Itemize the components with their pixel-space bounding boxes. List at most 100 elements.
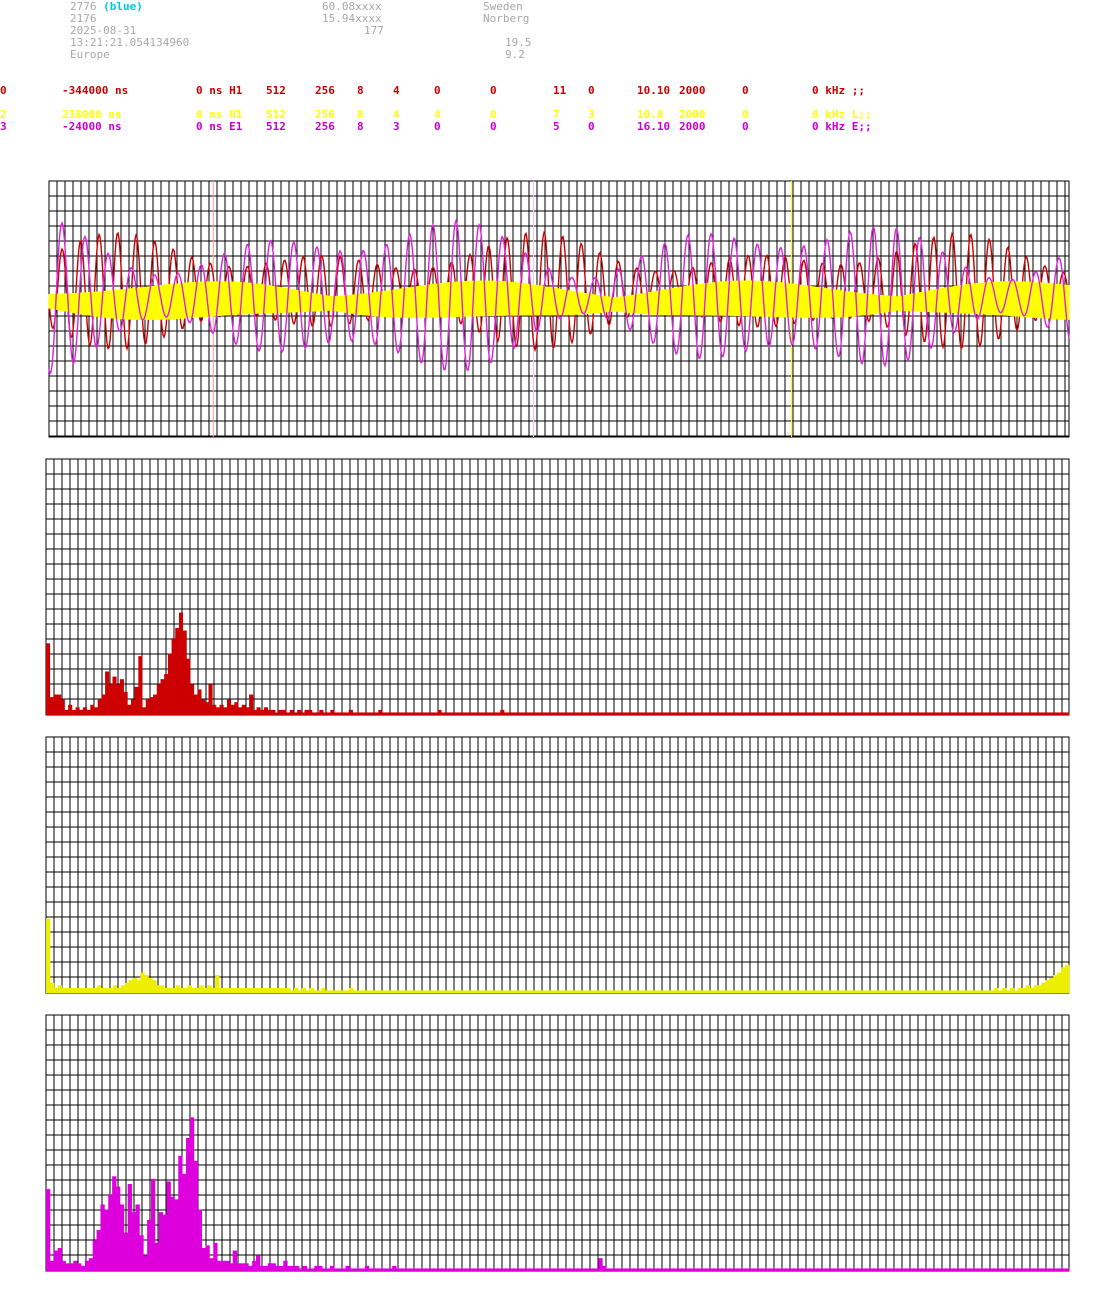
bar-2-51: [246, 987, 251, 993]
bar-2-43: [215, 975, 220, 993]
bar-2-152: [644, 990, 649, 993]
bar-2-196: [817, 990, 822, 993]
bar-1-62: [274, 712, 280, 715]
bar-3-256: [1041, 1268, 1047, 1271]
bar-3-118: [504, 1268, 510, 1271]
bar-2-157: [663, 990, 669, 993]
bar-1-51: [234, 702, 239, 715]
bar-1-125: [507, 712, 512, 715]
bar-3-174: [722, 1268, 728, 1271]
bar-3-119: [508, 1268, 514, 1271]
bar-1-74: [319, 709, 324, 715]
bar-1-126: [511, 712, 516, 715]
bar-1-240: [932, 712, 937, 715]
bar-1-44: [208, 684, 213, 715]
bar-1-257: [995, 712, 1000, 715]
bar-2-12: [93, 987, 98, 993]
bar-2-116: [502, 990, 507, 993]
bar-2-146: [620, 990, 625, 993]
bar-3-110: [473, 1268, 479, 1271]
bar-3-93: [407, 1268, 413, 1271]
bar-1-136: [548, 712, 553, 715]
bar-3-136: [575, 1268, 580, 1271]
bar-1-45: [212, 704, 217, 715]
bar-2-182: [762, 990, 767, 993]
bar-3-181: [750, 1268, 755, 1271]
bar-3-42: [209, 1258, 214, 1271]
bar-1-270: [1043, 712, 1048, 715]
bar-1-150: [599, 712, 605, 715]
bar-2-77: [348, 987, 354, 993]
bar-2-198: [825, 990, 830, 993]
bar-3-229: [936, 1268, 942, 1271]
bar-1-244: [947, 712, 952, 715]
bar-3-216: [886, 1268, 891, 1271]
bar-2-15: [105, 987, 110, 993]
bar-2-24: [140, 972, 145, 993]
bar-1-200: [784, 712, 789, 715]
bar-2-195: [813, 990, 818, 993]
bar-1-135: [544, 712, 549, 715]
bar-1-178: [703, 712, 708, 715]
bar-3-254: [1033, 1268, 1039, 1271]
bar-2-50: [242, 987, 248, 993]
bar-1-133: [537, 712, 542, 715]
bar-1-189: [744, 712, 749, 715]
bar-2-234: [966, 990, 972, 993]
bar-3-208: [855, 1268, 860, 1271]
bar-2-20: [124, 982, 130, 993]
bar-2-204: [848, 990, 853, 993]
bar-1-203: [795, 712, 800, 715]
bar-1-170: [673, 712, 678, 715]
bar-3-26: [147, 1219, 152, 1271]
bar-1-232: [902, 712, 907, 715]
bar-2-57: [270, 987, 275, 993]
bar-2-29: [160, 985, 165, 993]
bar-1-159: [633, 712, 638, 715]
bar-1-116: [474, 712, 479, 715]
bar-3-27: [151, 1178, 156, 1271]
bar-2-4: [61, 987, 67, 993]
bar-2-67: [309, 987, 314, 993]
bar-2-203: [844, 990, 850, 993]
bar-1-118: [481, 712, 486, 715]
bar-1-242: [939, 712, 944, 715]
bar-3-29: [158, 1212, 164, 1271]
bar-2-28: [156, 985, 161, 993]
bar-1-250: [969, 712, 974, 715]
bar-1-65: [286, 712, 291, 715]
bar-2-6: [69, 987, 74, 993]
bar-1-163: [647, 712, 653, 715]
bar-1-102: [422, 712, 427, 715]
bar-1-235: [913, 712, 918, 715]
bar-2-61: [286, 987, 291, 993]
bar-1-134: [540, 712, 545, 715]
bar-3-117: [501, 1268, 506, 1271]
bar-1-1: [49, 697, 54, 715]
bar-2-134: [573, 990, 578, 993]
bar-1-110: [452, 712, 457, 715]
bar-3-241: [983, 1268, 988, 1271]
bar-3-258: [1049, 1268, 1054, 1271]
bar-1-152: [607, 712, 612, 715]
bar-3-77: [345, 1265, 350, 1271]
bar-3-225: [921, 1268, 926, 1271]
bar-2-73: [333, 990, 338, 993]
bar-1-90: [378, 709, 383, 715]
bar-3-8: [77, 1263, 82, 1271]
bar-1-140: [563, 712, 568, 715]
bar-1-131: [529, 712, 534, 715]
bar-3-210: [862, 1268, 868, 1271]
bar-3-235: [960, 1268, 965, 1271]
bar-2-39: [199, 985, 204, 993]
bar-2-46: [226, 987, 232, 993]
bar-3-0: [46, 1189, 51, 1271]
bar-1-238: [924, 712, 930, 715]
bar-1-52: [238, 707, 243, 715]
bar-2-104: [455, 990, 460, 993]
bar-1-12: [90, 704, 95, 715]
bar-1-57: [256, 707, 261, 715]
bar-3-161: [672, 1268, 677, 1271]
bar-2-167: [703, 990, 708, 993]
bar-3-158: [660, 1268, 665, 1271]
